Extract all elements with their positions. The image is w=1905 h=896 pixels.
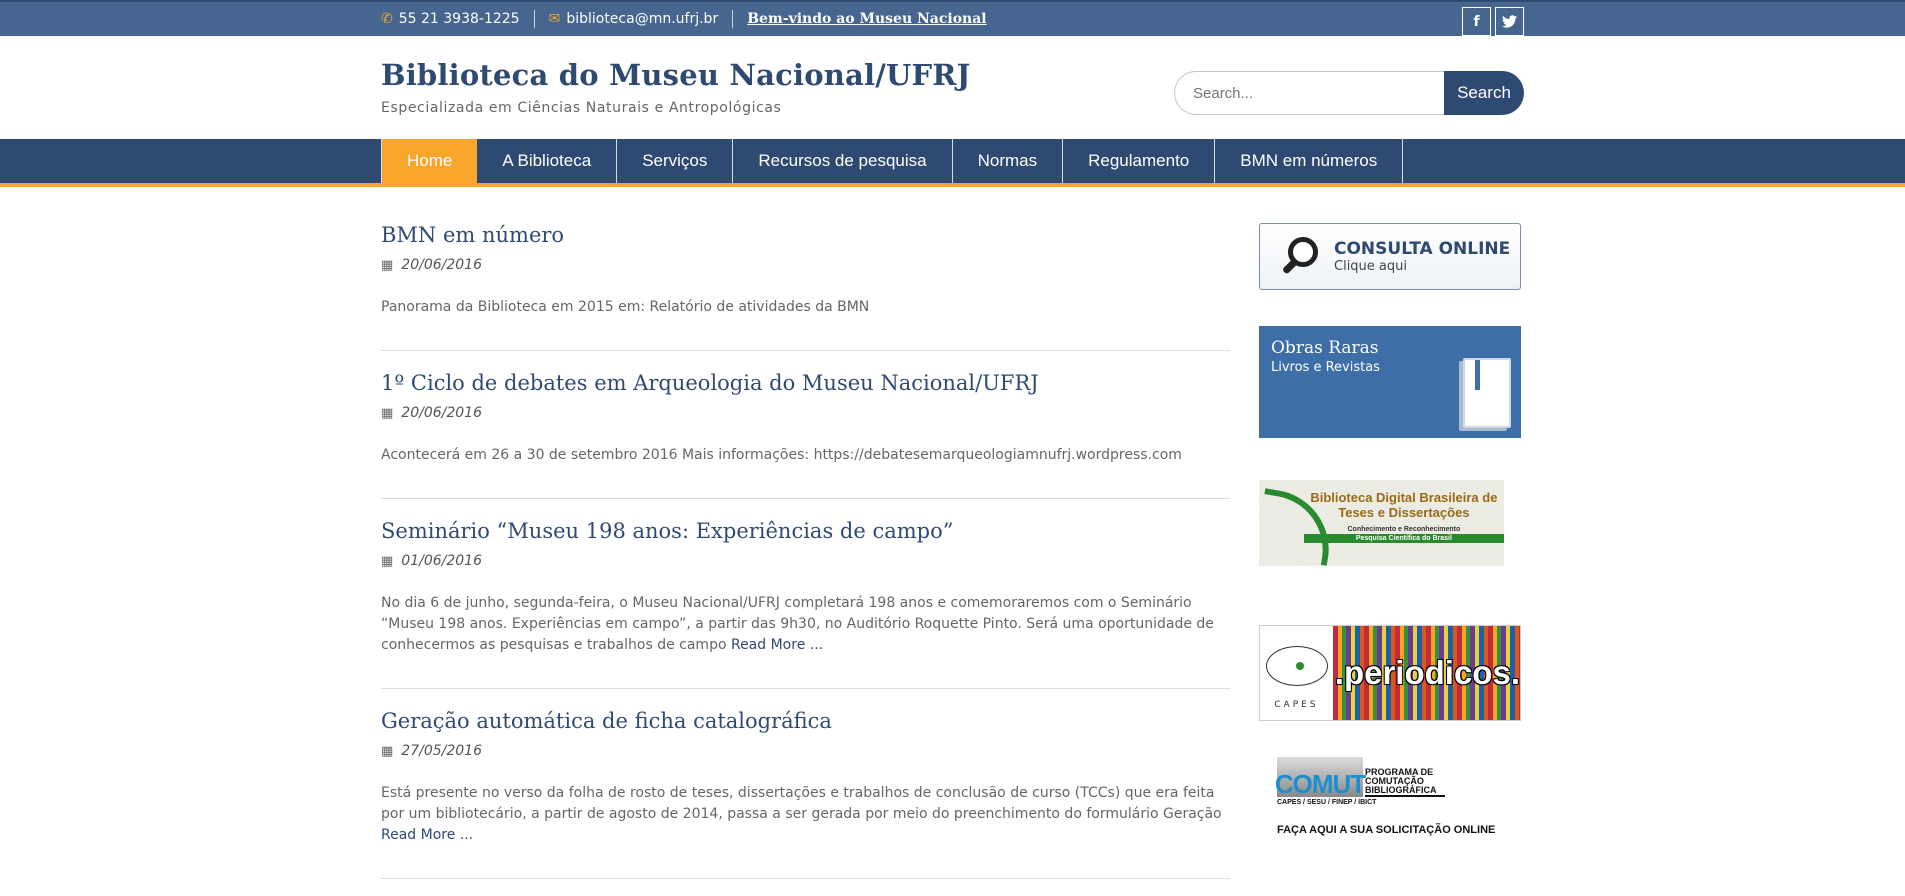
post-title[interactable]: Geração automática de ficha catalográfic…: [381, 709, 832, 733]
post-date-text: 01/06/2016: [401, 553, 482, 569]
envelope-icon: ✉: [548, 11, 561, 27]
post-date-text: 20/06/2016: [401, 257, 482, 273]
search-input[interactable]: [1174, 71, 1444, 115]
sidebar: CONSULTA ONLINE Clique aqui Obras Raras …: [1259, 223, 1521, 836]
calendar-icon: ▦: [381, 743, 394, 759]
post-excerpt: Acontecerá em 26 a 30 de setembro 2016 M…: [381, 445, 1230, 466]
comut-logo-text: COMUT: [1274, 769, 1366, 799]
main-content: BMN em número ▦ 20/06/2016 Panorama da Bi…: [0, 187, 1905, 892]
post-date: ▦ 27/05/2016: [381, 743, 1230, 759]
post-item: Geração automática de ficha catalográfic…: [381, 709, 1230, 879]
comut-cta: FAÇA AQUI A SUA SOLICITAÇÃO ONLINE: [1277, 824, 1496, 836]
main-nav: Home A Biblioteca Serviços Recursos de p…: [0, 139, 1905, 187]
bdtd-bar: Pesquisa Científica do Brasil: [1303, 534, 1504, 543]
tab-bmn-em-numeros[interactable]: BMN em números: [1215, 139, 1404, 183]
post-excerpt: Está presente no verso da folha de rosto…: [381, 783, 1230, 846]
phone-item: ✆ 55 21 3938-1225: [381, 10, 535, 28]
comut-logo: COMUT: [1274, 757, 1366, 799]
site-description: Especializada em Ciências Naturais e Ant…: [381, 100, 782, 116]
social-links: f: [1462, 7, 1524, 36]
book-icon: [1463, 358, 1511, 428]
post-date-text: 20/06/2016: [401, 405, 482, 421]
tab-a-biblioteca[interactable]: A Biblioteca: [477, 139, 618, 183]
email-item[interactable]: ✉ biblioteca@mn.ufrj.br: [549, 10, 734, 28]
tab-regulamento[interactable]: Regulamento: [1063, 139, 1216, 183]
capes-label: CAPES: [1274, 700, 1319, 710]
welcome-link[interactable]: Bem-vindo ao Museu Nacional: [747, 11, 986, 27]
tab-home[interactable]: Home: [381, 139, 478, 183]
facebook-icon[interactable]: f: [1462, 7, 1491, 36]
consulta-online-banner[interactable]: CONSULTA ONLINE Clique aqui: [1259, 223, 1521, 290]
post-date-text: 27/05/2016: [401, 743, 482, 759]
bdtd-tagline: Conhecimento e Reconhecimento: [1347, 526, 1461, 533]
site-header: Biblioteca do Museu Nacional/UFRJ Especi…: [0, 36, 1905, 139]
post-date: ▦ 01/06/2016: [381, 553, 1230, 569]
phone-icon: ✆: [381, 11, 393, 27]
obras-raras-banner[interactable]: Obras Raras Livros e Revistas: [1259, 326, 1521, 438]
capes-logo: CAPES: [1260, 626, 1333, 720]
periodicos-wordmark: .periodicos.: [1334, 654, 1520, 691]
post-excerpt-text: Está presente no verso da folha de rosto…: [381, 785, 1222, 822]
comut-banner[interactable]: COMUT PROGRAMA DE COMUTAÇÃO BIBLIOGRÁFIC…: [1259, 757, 1521, 836]
post-excerpt: Panorama da Biblioteca em 2015 em: Relat…: [381, 297, 1230, 318]
post-date: ▦ 20/06/2016: [381, 257, 1230, 273]
top-bar: ✆ 55 21 3938-1225 ✉ biblioteca@mn.ufrj.b…: [0, 0, 1905, 36]
post-title[interactable]: BMN em número: [381, 223, 564, 247]
consulta-subtitle: Clique aqui: [1334, 259, 1407, 274]
post-item: BMN em número ▦ 20/06/2016 Panorama da Bi…: [381, 223, 1230, 351]
post-title[interactable]: Seminário “Museu 198 anos: Experiências …: [381, 519, 953, 543]
tab-normas[interactable]: Normas: [953, 139, 1064, 183]
read-more-link[interactable]: Read More ...: [381, 827, 473, 843]
site-title[interactable]: Biblioteca do Museu Nacional/UFRJ: [381, 58, 971, 92]
phone-number: 55 21 3938-1225: [398, 11, 520, 27]
post-date: ▦ 20/06/2016: [381, 405, 1230, 421]
comut-sub: CAPES / SESU / FINEP / IBICT: [1277, 799, 1377, 806]
read-more-link[interactable]: Read More ...: [731, 637, 823, 653]
calendar-icon: ▦: [381, 257, 394, 273]
post-item: 1º Ciclo de debates em Arqueologia do Mu…: [381, 371, 1230, 499]
bdtd-title: Biblioteca Digital Brasileira de Teses e…: [1310, 490, 1498, 520]
post-item: Seminário “Museu 198 anos: Experiências …: [381, 519, 1230, 689]
tab-recursos-de-pesquisa[interactable]: Recursos de pesquisa: [733, 139, 953, 183]
calendar-icon: ▦: [381, 553, 394, 569]
email-link[interactable]: biblioteca@mn.ufrj.br: [566, 11, 718, 27]
periodicos-capes-banner[interactable]: CAPES .periodicos.: [1259, 625, 1521, 721]
comut-program: PROGRAMA DE COMUTAÇÃO BIBLIOGRÁFICA: [1365, 768, 1445, 797]
post-excerpt: No dia 6 de junho, segunda-feira, o Muse…: [381, 593, 1230, 656]
post-excerpt-text: Panorama da Biblioteca em 2015 em: Relat…: [381, 299, 870, 315]
post-excerpt-text: Acontecerá em 26 a 30 de setembro 2016 M…: [381, 447, 1182, 463]
consulta-title: CONSULTA ONLINE: [1334, 239, 1511, 259]
search-form: Search: [1174, 71, 1524, 115]
bdtd-logo-icon: [1259, 480, 1304, 566]
tab-servicos[interactable]: Serviços: [617, 139, 734, 183]
bdtd-banner[interactable]: Biblioteca Digital Brasileira de Teses e…: [1259, 480, 1504, 566]
obras-title: Obras Raras: [1271, 338, 1379, 358]
calendar-icon: ▦: [381, 405, 394, 421]
magnifier-icon: [1280, 235, 1324, 279]
search-button[interactable]: Search: [1444, 71, 1524, 115]
post-title[interactable]: 1º Ciclo de debates em Arqueologia do Mu…: [381, 371, 1039, 395]
post-list: BMN em número ▦ 20/06/2016 Panorama da Bi…: [381, 223, 1230, 896]
twitter-icon[interactable]: [1495, 7, 1524, 36]
